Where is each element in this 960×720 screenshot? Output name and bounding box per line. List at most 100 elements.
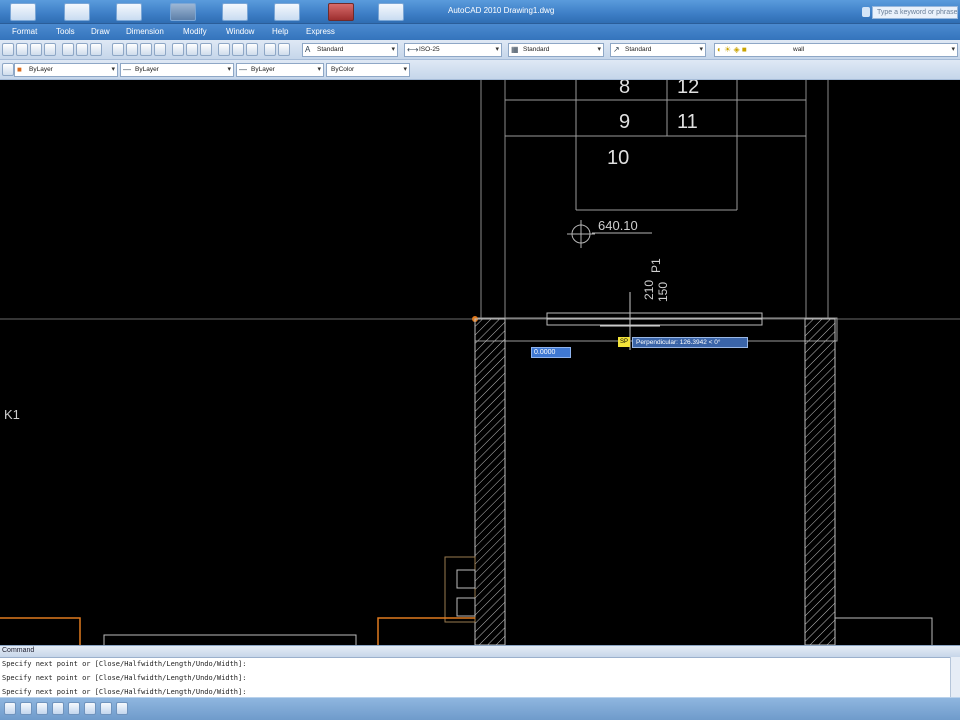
plot-style-select[interactable]: ByColor ▾ <box>326 63 410 77</box>
step-number: 9 <box>619 111 630 133</box>
design-center-icon[interactable] <box>76 43 88 56</box>
dim-style-select[interactable]: ⟷ ISO-25 ▾ <box>404 43 502 57</box>
standard-toolbar: A Standard ▾ ⟷ ISO-25 ▾ ▦ Standard ▾ ↗ S… <box>0 40 960 60</box>
vertical-label-group: P1 <box>649 258 663 273</box>
sheet-set-icon[interactable] <box>172 43 184 56</box>
application-menu-icon[interactable] <box>10 3 36 21</box>
multileader-icon: ↗ <box>613 45 620 54</box>
redo-icon[interactable] <box>328 3 354 21</box>
command-history-line: Specify next point or [Close/Halfwidth/L… <box>2 688 247 696</box>
lineweight-toggle-icon[interactable] <box>116 702 128 715</box>
zoom-previous-icon[interactable] <box>44 43 56 56</box>
chevron-down-icon: ▾ <box>597 46 601 53</box>
menu-dimension[interactable]: Dimension <box>126 27 164 36</box>
open-file-icon[interactable] <box>116 3 142 21</box>
window-title: AutoCAD 2010 Drawing1.dwg <box>448 6 555 15</box>
drawing-svg: 8 12 9 11 10 640.10 210 150 P1 K1 <box>0 80 960 645</box>
match-icon[interactable] <box>246 43 258 56</box>
plot-icon[interactable] <box>222 3 248 21</box>
quickcalc-icon[interactable] <box>200 43 212 56</box>
linetype-select[interactable]: — ByLayer ▾ <box>120 63 234 77</box>
new-file-icon[interactable] <box>64 3 90 21</box>
furniture-outline <box>835 617 933 645</box>
save-icon[interactable] <box>170 3 196 21</box>
chevron-down-icon: ▾ <box>495 46 499 53</box>
search-input[interactable]: Type a keyword or phrase <box>872 6 958 19</box>
properties-icon[interactable] <box>62 43 74 56</box>
color-swatch-icon: ■ <box>17 65 22 74</box>
elevation-label: 640.10 <box>598 218 638 233</box>
window-tag: P1 <box>649 258 663 273</box>
layer-select[interactable]: ◐ ☀ ◈ ■ wall ▾ <box>714 43 958 57</box>
furniture-outline <box>103 634 357 645</box>
status-bar <box>0 697 960 720</box>
chevron-down-icon: ▾ <box>403 66 407 73</box>
command-tab[interactable]: Command <box>0 647 34 654</box>
help-toolbar-icon[interactable] <box>264 43 276 56</box>
otrack-toggle-icon[interactable] <box>84 702 96 715</box>
zoom-window-icon[interactable] <box>30 43 42 56</box>
menu-format[interactable]: Format <box>12 27 37 36</box>
step-number: 11 <box>677 111 698 133</box>
menu-modify[interactable]: Modify <box>183 27 207 36</box>
zoom-extents-icon[interactable] <box>154 43 166 56</box>
ortho-toggle-icon[interactable] <box>36 702 48 715</box>
door-detail <box>456 569 476 589</box>
chevron-down-icon: ▾ <box>391 46 395 53</box>
help-icon[interactable] <box>862 7 870 17</box>
command-history[interactable]: Specify next point or [Close/Halfwidth/L… <box>0 657 960 697</box>
dynamic-input-toggle-icon[interactable] <box>100 702 112 715</box>
undo-icon[interactable] <box>274 3 300 21</box>
door-detail <box>456 597 476 617</box>
chevron-down-icon: ▾ <box>317 66 321 73</box>
menu-tools[interactable]: Tools <box>56 27 75 36</box>
snap-toggle-icon[interactable] <box>4 702 16 715</box>
multileader-style-select[interactable]: ↗ Standard ▾ <box>610 43 706 57</box>
table-style-select[interactable]: ▦ Standard ▾ <box>508 43 604 57</box>
chevron-down-icon: ▾ <box>951 46 955 53</box>
command-history-line: Specify next point or [Close/Halfwidth/L… <box>2 674 247 682</box>
menu-draw[interactable]: Draw <box>91 27 110 36</box>
zoom-in-icon[interactable] <box>126 43 138 56</box>
table-style-icon: ▦ <box>511 45 519 54</box>
chevron-down-icon: ▾ <box>699 46 703 53</box>
pan-icon[interactable] <box>2 43 14 56</box>
undo-toolbar-icon[interactable] <box>278 43 290 56</box>
step-number: 10 <box>607 147 629 169</box>
tool-palettes-icon[interactable] <box>90 43 102 56</box>
zoom-realtime-icon[interactable] <box>16 43 28 56</box>
room-label: K1 <box>4 407 20 422</box>
polar-toggle-icon[interactable] <box>52 702 64 715</box>
color-select[interactable]: ■ ByLayer ▾ <box>14 63 118 77</box>
pan-realtime-icon[interactable] <box>112 43 124 56</box>
properties-toolbar: ■ ByLayer ▾ — ByLayer ▾ — ByLayer ▾ ByCo… <box>0 60 960 80</box>
osnap-toggle-icon[interactable] <box>68 702 80 715</box>
dynamic-input-field[interactable]: 0.0000 <box>531 347 571 358</box>
text-style-icon: A <box>305 45 311 54</box>
layer-state-icon[interactable] <box>232 43 244 56</box>
linetype-icon: — <box>123 65 131 74</box>
chevron-down-icon: ▾ <box>111 66 115 73</box>
height-label: 150 <box>656 282 670 302</box>
command-history-line: Specify next point or [Close/Halfwidth/L… <box>2 660 247 668</box>
snap-tooltip: Perpendicular: 126.3942 < 0° <box>632 337 748 348</box>
command-line-header: Command <box>0 645 960 657</box>
height-label: 210 <box>642 280 656 300</box>
menu-window[interactable]: Window <box>226 27 254 36</box>
command-scrollbar[interactable] <box>950 657 960 697</box>
color-control-icon[interactable] <box>2 63 14 76</box>
menu-help[interactable]: Help <box>272 27 288 36</box>
text-style-select[interactable]: A Standard ▾ <box>302 43 398 57</box>
chevron-down-icon: ▾ <box>227 66 231 73</box>
autocad-window: AutoCAD 2010 Drawing1.dwg Type a keyword… <box>0 0 960 720</box>
menu-express[interactable]: Express <box>306 27 335 36</box>
lineweight-select[interactable]: — ByLayer ▾ <box>236 63 324 77</box>
drawing-canvas[interactable]: 8 12 9 11 10 640.10 210 150 P1 K1 <box>0 80 960 645</box>
zoom-out-icon[interactable] <box>140 43 152 56</box>
markup-icon[interactable] <box>186 43 198 56</box>
workspace-icon[interactable] <box>378 3 404 21</box>
door-frame <box>444 556 476 623</box>
grid-toggle-icon[interactable] <box>20 702 32 715</box>
layer-icon[interactable] <box>218 43 230 56</box>
vertical-label-group: 210 <box>642 280 656 300</box>
